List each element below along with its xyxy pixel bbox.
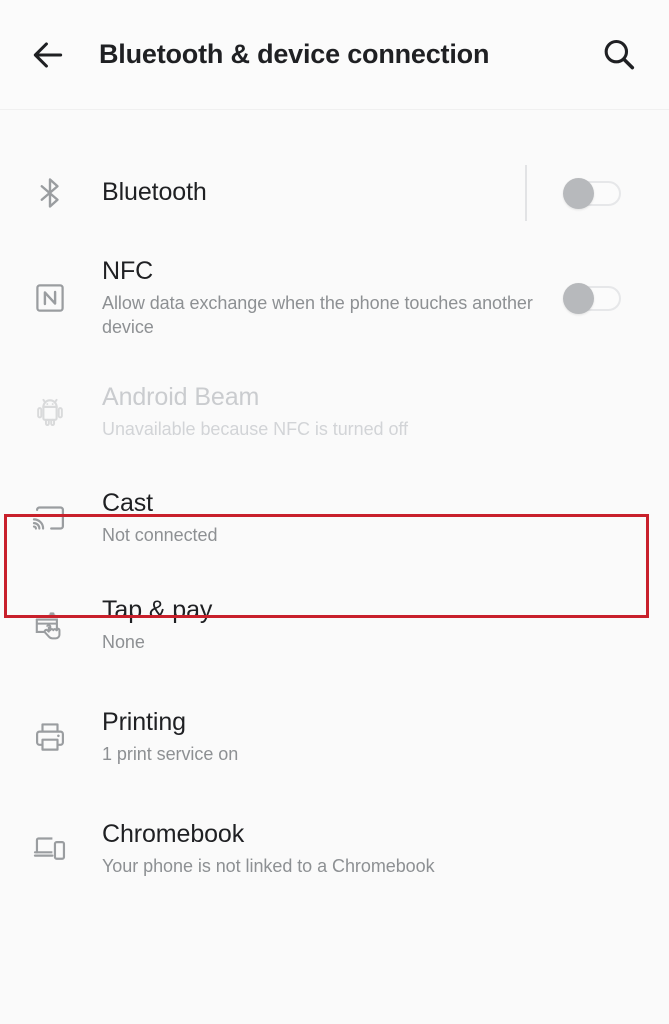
list-item-text: NFC Allow data exchange when the phone t… [102, 257, 551, 340]
list-item-text: Chromebook Your phone is not linked to a… [102, 820, 647, 879]
list-item-text: Android Beam Unavailable because NFC is … [102, 383, 647, 442]
list-item-subtitle: None [102, 632, 145, 653]
list-item-tap-and-pay[interactable]: Tap & pay None [0, 570, 669, 680]
list-item-chromebook[interactable]: Chromebook Your phone is not linked to a… [0, 794, 669, 904]
list-item-title: Chromebook [102, 819, 245, 848]
list-item-title: Tap & pay [102, 595, 213, 624]
list-item-nfc[interactable]: NFC Allow data exchange when the phone t… [0, 238, 669, 358]
vertical-divider [525, 165, 527, 221]
list-item-cast[interactable]: Cast Not connected [0, 466, 669, 570]
toggle-knob [563, 178, 594, 209]
list-item-subtitle: Allow data exchange when the phone touch… [102, 293, 533, 338]
list-item-title: NFC [102, 256, 154, 285]
page-title: Bluetooth & device connection [99, 39, 490, 69]
list-item-text: Cast Not connected [102, 489, 647, 548]
list-item-subtitle: Unavailable because NFC is turned off [102, 419, 408, 440]
list-item-title: Printing [102, 707, 186, 736]
cast-icon [22, 490, 78, 546]
nfc-icon [22, 270, 78, 326]
printer-icon [22, 709, 78, 765]
tap-and-pay-icon [22, 597, 78, 653]
list-item-text: Bluetooth [102, 178, 513, 208]
list-item-subtitle: Not connected [102, 525, 218, 546]
list-item-android-beam: Android Beam Unavailable because NFC is … [0, 358, 669, 466]
bluetooth-toggle[interactable] [563, 178, 623, 209]
back-button[interactable] [22, 29, 74, 81]
list-item-text: Tap & pay None [102, 596, 647, 655]
toggle-area [525, 165, 647, 221]
list-item-title: Bluetooth [102, 178, 207, 207]
list-item-subtitle: Your phone is not linked to a Chromebook [102, 856, 435, 877]
chromebook-icon [22, 821, 78, 877]
list-item-title: Android Beam [102, 382, 260, 411]
bluetooth-icon [22, 165, 78, 221]
toggle-area [563, 283, 647, 314]
toggle-knob [563, 283, 594, 314]
list-item-text: Printing 1 print service on [102, 708, 647, 767]
list-item-printing[interactable]: Printing 1 print service on [0, 680, 669, 794]
app-bar: Bluetooth & device connection [0, 0, 669, 110]
settings-list: Bluetooth NFC Allow data exchange when t… [0, 110, 669, 904]
search-button[interactable] [593, 29, 645, 81]
arrow-left-icon [33, 41, 63, 68]
list-item-title: Cast [102, 488, 154, 517]
list-item-subtitle: 1 print service on [102, 744, 239, 765]
list-item-bluetooth[interactable]: Bluetooth [0, 148, 669, 238]
android-robot-icon [22, 384, 78, 440]
search-icon [604, 39, 635, 69]
nfc-toggle[interactable] [563, 283, 623, 314]
